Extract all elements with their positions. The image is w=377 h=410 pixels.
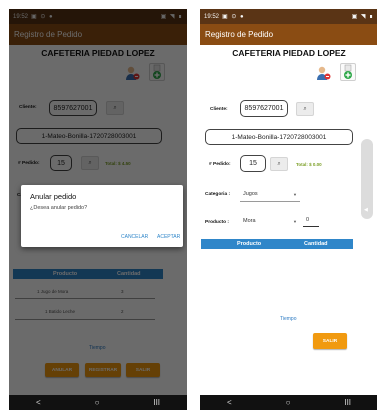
phone-screen-right: 19:52 ▣ ⊙ ● ▣ ◥ ∎ Registro de Pedido CAF… xyxy=(200,9,377,410)
shop-name: CAFETERIA PIEDAD LOPEZ xyxy=(232,48,346,58)
dialog-title: Anular pedido xyxy=(30,192,77,201)
category-underline xyxy=(240,201,300,202)
salir-button[interactable]: SALIR xyxy=(313,333,347,349)
volume-slider[interactable]: ◀ xyxy=(361,139,373,219)
client-id-field[interactable]: 8597627001 xyxy=(240,100,288,117)
search-icon: ⌕ xyxy=(277,160,281,167)
dialog-cancel-button[interactable]: CANCELAR xyxy=(121,234,148,240)
search-icon: ⌕ xyxy=(303,105,307,112)
navigation-bar: < ○ III xyxy=(9,395,187,410)
search-order-button[interactable]: ⌕ xyxy=(270,157,288,171)
search-client-button[interactable]: ⌕ xyxy=(296,102,314,116)
user-icon[interactable] xyxy=(315,65,331,81)
notification-icons: ▣ ⊙ ● xyxy=(222,14,245,20)
quantity-underline xyxy=(303,226,319,227)
status-bar: 19:52 ▣ ⊙ ● ▣ ◥ ∎ xyxy=(200,9,377,24)
status-time: 19:52 xyxy=(204,13,220,20)
category-dropdown[interactable]: Jugos xyxy=(243,191,258,197)
speaker-icon: ◀ xyxy=(364,207,368,213)
col-cantidad: Cantidad xyxy=(304,241,328,247)
phone-screen-left: 19:52 ▣ ⊙ ● ▣ ◥ ∎ Registro de Pedido CAF… xyxy=(9,9,187,410)
order-number-field[interactable]: 15 xyxy=(240,155,266,172)
categoria-label: Categoria : xyxy=(205,192,231,197)
home-icon[interactable]: ○ xyxy=(95,398,100,407)
back-icon[interactable]: < xyxy=(36,398,41,407)
product-dropdown[interactable]: Mora xyxy=(243,218,256,224)
tiempo-label: Tiempo xyxy=(280,316,297,322)
recents-icon[interactable]: III xyxy=(344,398,351,407)
dropdown-arrow-icon[interactable]: ▼ xyxy=(293,192,297,197)
col-producto: Producto xyxy=(237,241,262,247)
app-title: Registro de Pedido xyxy=(205,30,274,39)
cliente-label: Cliente: xyxy=(210,107,228,112)
cancel-order-dialog: Anular pedido ¿Desea anular pedido? CANC… xyxy=(21,185,183,247)
dropdown-arrow-icon[interactable]: ▼ xyxy=(293,219,297,224)
navigation-bar: < ○ III xyxy=(200,395,377,410)
producto-label: Producto : xyxy=(205,220,229,225)
dialog-message: ¿Desea anular pedido? xyxy=(30,205,88,211)
quantity-field[interactable]: 0 xyxy=(306,217,309,223)
order-total: Total: $ 0.00 xyxy=(296,162,322,167)
app-bar: Registro de Pedido xyxy=(200,24,377,45)
system-icons: ▣ ◥ ∎ xyxy=(351,14,374,20)
dialog-accept-button[interactable]: ACEPTAR xyxy=(157,234,180,240)
pedido-label: # Pedido: xyxy=(209,162,231,167)
add-client-icon[interactable] xyxy=(340,63,356,81)
products-table-header: Producto Cantidad xyxy=(201,239,353,249)
recents-icon[interactable]: III xyxy=(153,398,160,407)
order-form: CAFETERIA PIEDAD LOPEZ Cliente: 85976270… xyxy=(200,45,377,395)
back-icon[interactable]: < xyxy=(227,398,232,407)
client-name-field[interactable]: 1-Mateo-Bonilla-1720728003001 xyxy=(205,129,353,145)
home-icon[interactable]: ○ xyxy=(286,398,291,407)
